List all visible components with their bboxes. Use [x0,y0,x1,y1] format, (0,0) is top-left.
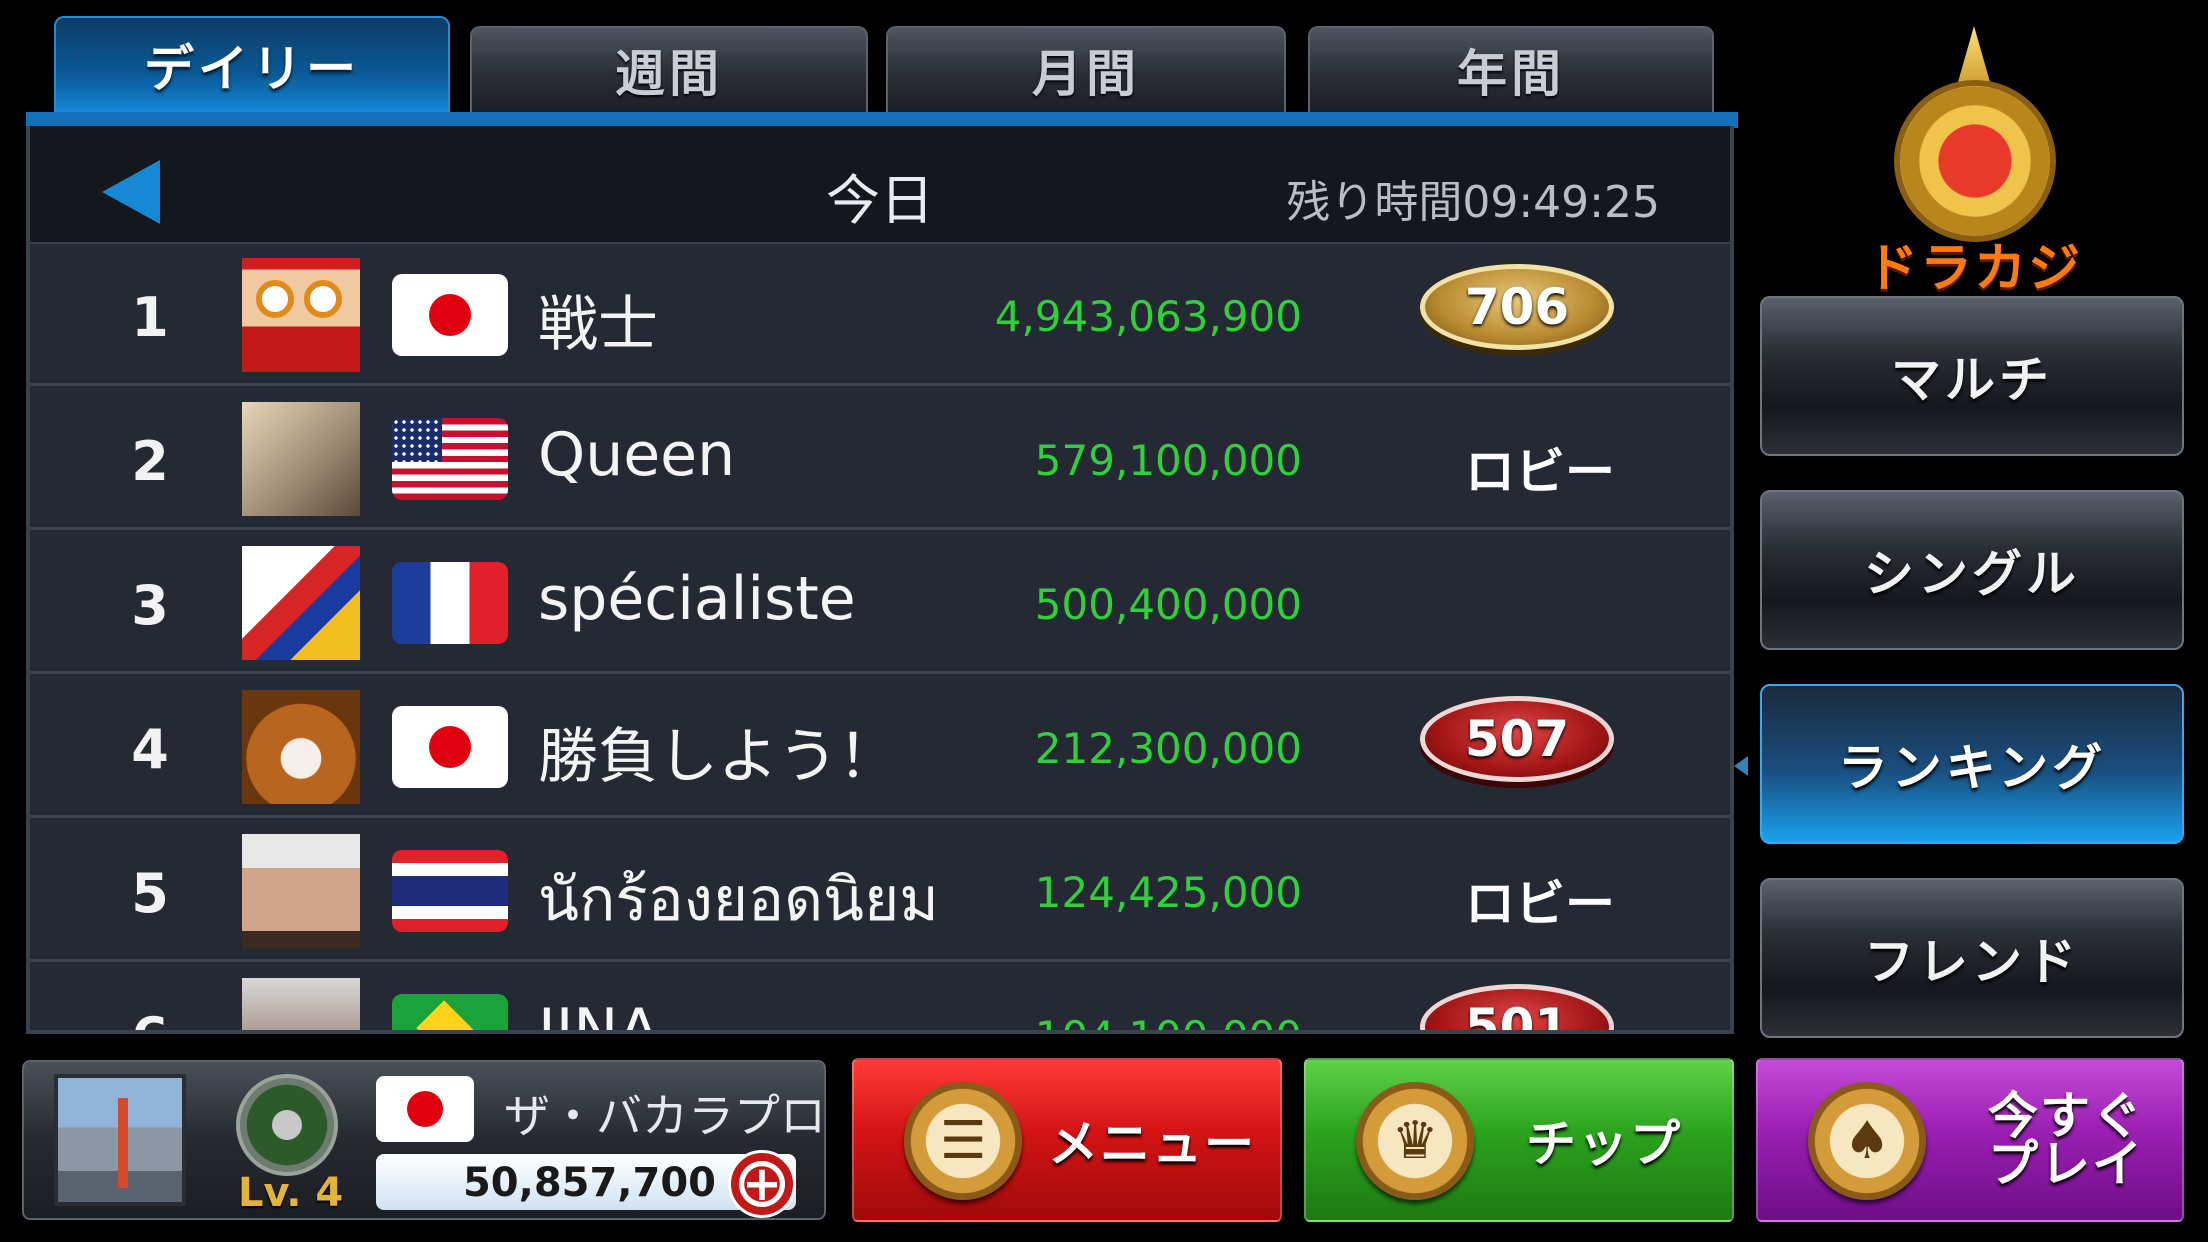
sidebar-item-friend[interactable]: フレンド [1760,878,2184,1038]
table-badge[interactable]: 507 [1420,696,1614,782]
player-profile[interactable]: Lv. 4 ザ・バカラプロ 50,857,700 + [22,1060,826,1220]
tab-daily[interactable]: デイリー [54,16,450,112]
crown-medal-icon [1900,86,2050,236]
lobby-status: ロビー [1465,875,1615,933]
player-name: spécialiste [538,564,856,634]
japan-flag-icon [392,706,508,788]
chip-crown-icon: ♛ [1356,1082,1474,1200]
logo-text: ドラカジ [1865,239,2082,299]
avatar[interactable] [242,834,360,948]
player-score: 124,425,000 [1034,868,1302,917]
table-row[interactable]: 6 JINA 104,100,000 501 [30,964,1730,1034]
brazil-flag-icon [392,994,508,1030]
card-spade-icon: ♠ [1808,1082,1926,1200]
player-score: 579,100,000 [1034,436,1302,485]
rank: 2 [131,430,169,493]
player-name: นักร้องยอดนิยม [538,865,939,935]
table-row[interactable]: 1 戦士 4,943,063,900 706 [30,244,1730,386]
player-name: 勝負しよう！ [538,722,898,792]
tab-weekly[interactable]: 週間 [470,26,868,112]
avatar[interactable] [242,690,360,804]
menu-label: メニュー [1048,1115,1256,1173]
rank: 6 [120,1006,180,1030]
sidebar-item-single[interactable]: シングル [1760,490,2184,650]
japan-flag-icon [392,274,508,356]
table-row[interactable]: 5 นักร้องยอดนิยม 124,425,000 ロビー [30,820,1730,962]
sidebar-item-multi[interactable]: マルチ [1760,296,2184,456]
panel-header: 今日 残り時間09:49:25 [30,126,1730,244]
rank: 4 [131,718,169,781]
menu-button[interactable]: ☰ メニュー [852,1058,1282,1222]
lobby-status: ロビー [1465,443,1615,501]
play-now-button[interactable]: ♠ 今すぐ プレイ [1756,1058,2184,1222]
table-row[interactable]: 2 Queen 579,100,000 ロビー [30,388,1730,530]
rank: 1 [131,286,169,349]
chip-amount: 50,857,700 [462,1160,716,1206]
daruma-eye-icon [304,280,342,318]
player-level: Lv. 4 [238,1170,344,1216]
daruma-eye-icon [256,280,294,318]
profile-name: ザ・バカラプロ [504,1089,826,1143]
player-score: 500,400,000 [1034,580,1302,629]
player-name: Queen [538,420,736,490]
ranking-panel: 今日 残り時間09:49:25 1 戦士 4,943,063,900 706 2… [26,126,1734,1034]
menu-list-icon: ☰ [904,1082,1022,1200]
avatar[interactable] [242,546,360,660]
table-badge[interactable]: 501 [1420,984,1614,1030]
profile-photo[interactable] [54,1074,186,1206]
rank: 3 [131,574,169,637]
thailand-flag-icon [392,850,508,932]
rank: 5 [131,862,169,925]
avatar[interactable] [242,402,360,516]
app-logo: ドラカジ [1864,26,2084,299]
table-badge[interactable]: 706 [1420,264,1614,350]
avatar[interactable] [242,978,360,1030]
add-chips-icon[interactable]: + [728,1150,796,1218]
player-score: 104,100,000 [1035,1012,1302,1030]
chip-button[interactable]: ♛ チップ [1304,1058,1734,1222]
usa-flag-icon [392,418,508,500]
player-score: 212,300,000 [1034,724,1302,773]
player-name: 戦士 [538,290,658,360]
play-now-label: 今すぐ プレイ [1988,1087,2144,1193]
player-score: 4,943,063,900 [994,292,1302,341]
level-medal-icon [236,1074,338,1176]
active-pointer-icon [1734,756,1748,776]
japan-flag-icon [376,1076,474,1142]
france-flag-icon [392,562,508,644]
tab-monthly[interactable]: 月間 [886,26,1286,112]
avatar[interactable] [242,258,360,372]
table-row[interactable]: 3 spécialiste 500,400,000 [30,532,1730,674]
time-left: 残り時間09:49:25 [1286,177,1660,228]
tab-yearly[interactable]: 年間 [1308,26,1714,112]
player-name: JINA [538,996,660,1034]
table-row[interactable]: 4 勝負しよう！ 212,300,000 507 [30,676,1730,818]
sidebar-item-ranking[interactable]: ランキング [1760,684,2184,844]
chip-label: チップ [1526,1115,1682,1173]
